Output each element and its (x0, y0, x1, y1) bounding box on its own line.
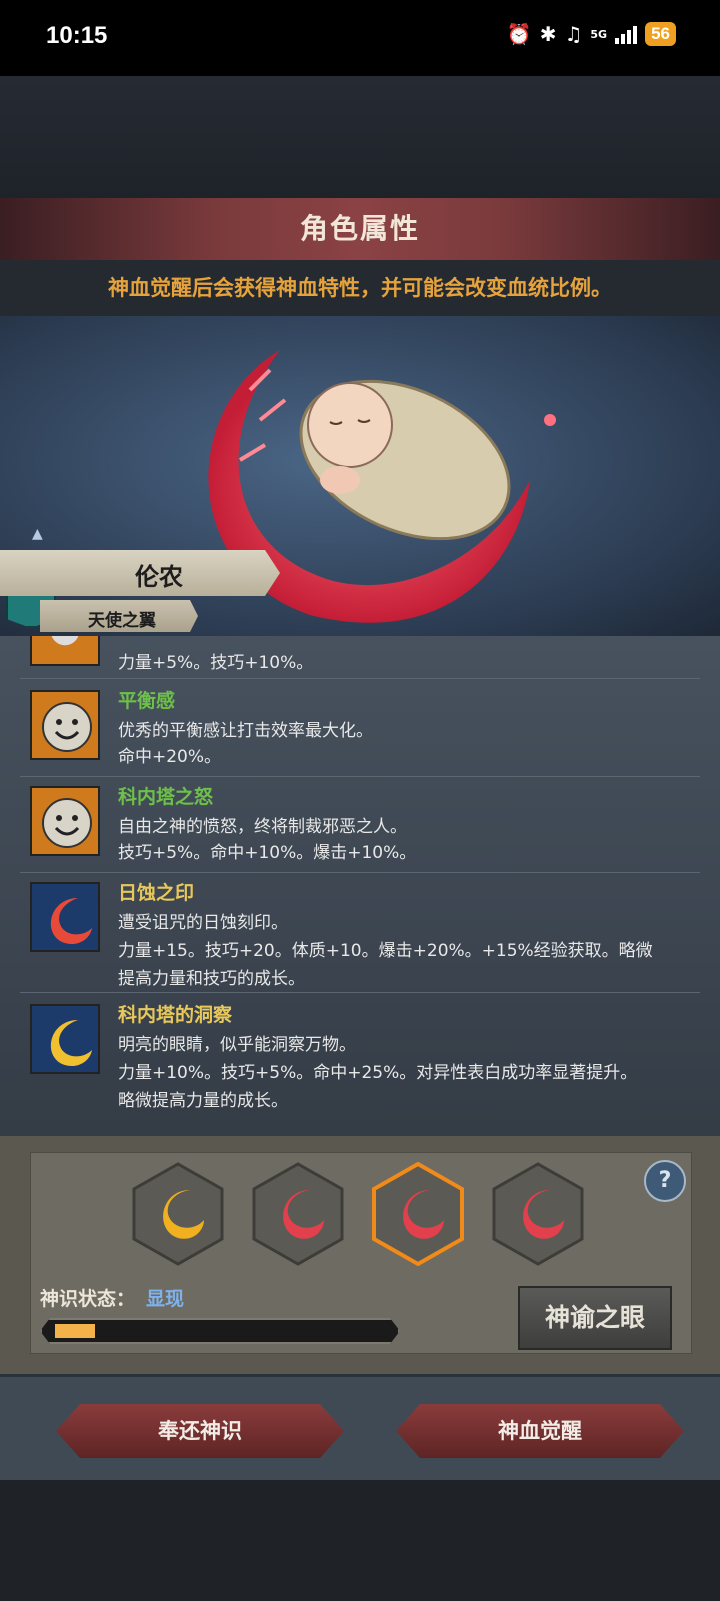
divider (20, 678, 700, 679)
trait-name: 科内塔的洞察 (118, 1004, 233, 1026)
smiley-face-icon (30, 636, 100, 666)
smiley-face-icon (30, 786, 100, 856)
smiley-face-icon (30, 690, 100, 760)
slot-red-crescent-selected[interactable] (372, 1162, 464, 1266)
trait-effect-cont: 略微提高力量的成长。 (118, 1091, 288, 1111)
bottom-backdrop (0, 1480, 720, 1601)
page-subtitle: 神血觉醒后会获得神血特性，并可能会改变血统比例。 (0, 260, 720, 316)
awakening-state-value: 显现 (146, 1288, 185, 1310)
trait-description: 遭受诅咒的日蚀刻印。 (118, 913, 288, 933)
divider (20, 776, 700, 777)
character-title: 天使之翼 (88, 611, 156, 631)
awakening-progress-fill (55, 1324, 95, 1338)
slot-red-crescent[interactable] (252, 1162, 344, 1266)
status-bar: 10:15 ⏰ ✱ ♫ 5G 56 (0, 0, 720, 76)
trait-effect: 力量+5%。技巧+10%。 (118, 653, 314, 673)
rank-icon: ▲ (32, 526, 43, 542)
slot-red-crescent[interactable] (492, 1162, 584, 1266)
trait-effect: 命中+20%。 (118, 747, 222, 767)
earbuds-icon: ♫ (564, 22, 583, 46)
page-title: 角色属性 (0, 198, 720, 260)
return-divinity-button[interactable]: 奉还神识 (56, 1404, 344, 1458)
awakening-progress-bar (40, 1318, 400, 1344)
divider (20, 872, 700, 873)
network-label: 5G (590, 27, 608, 41)
trait-name: 科内塔之怒 (118, 786, 214, 808)
character-name: 伦农 (135, 563, 183, 591)
trait-description: 优秀的平衡感让打击效率最大化。 (118, 721, 373, 741)
trait-effect-cont: 提高力量和技巧的成长。 (118, 969, 305, 989)
alarm-icon: ⏰ (506, 22, 532, 46)
status-time: 10:15 (46, 22, 108, 49)
trait-effect: 力量+10%。技巧+5%。命中+25%。对异性表白成功率显著提升。 (118, 1063, 638, 1083)
status-icons: ⏰ ✱ ♫ 5G 56 (507, 22, 676, 46)
trait-description: 自由之神的愤怒，终将制裁邪恶之人。 (118, 817, 407, 837)
gold-crescent-icon (30, 1004, 100, 1074)
trait-name: 平衡感 (118, 690, 176, 712)
trait-name: 日蚀之印 (118, 882, 195, 904)
help-button[interactable]: ? (644, 1160, 686, 1202)
awakening-state-label: 神识状态： (40, 1288, 136, 1310)
red-crescent-icon (30, 882, 100, 952)
trait-effect: 力量+15。技巧+20。体质+10。爆击+20%。+15%经验获取。略微 (118, 941, 653, 961)
bluetooth-icon: ✱ (539, 22, 557, 46)
top-backdrop (0, 76, 720, 198)
slot-gold-crescent[interactable] (132, 1162, 224, 1266)
battery-indicator: 56 (645, 22, 676, 46)
blood-awaken-button[interactable]: 神血觉醒 (396, 1404, 684, 1458)
divider (20, 992, 700, 993)
trait-effect: 技巧+5%。命中+10%。爆击+10%。 (118, 843, 417, 863)
trait-description: 明亮的眼睛，似乎能洞察万物。 (118, 1035, 356, 1055)
signal-icon (615, 24, 638, 44)
oracle-eye-button[interactable]: 神谕之眼 (518, 1286, 672, 1350)
trait-list[interactable]: 力量+5%。技巧+10%。 平衡感 优秀的平衡感让打击效率最大化。 命中+20%… (0, 636, 720, 1136)
